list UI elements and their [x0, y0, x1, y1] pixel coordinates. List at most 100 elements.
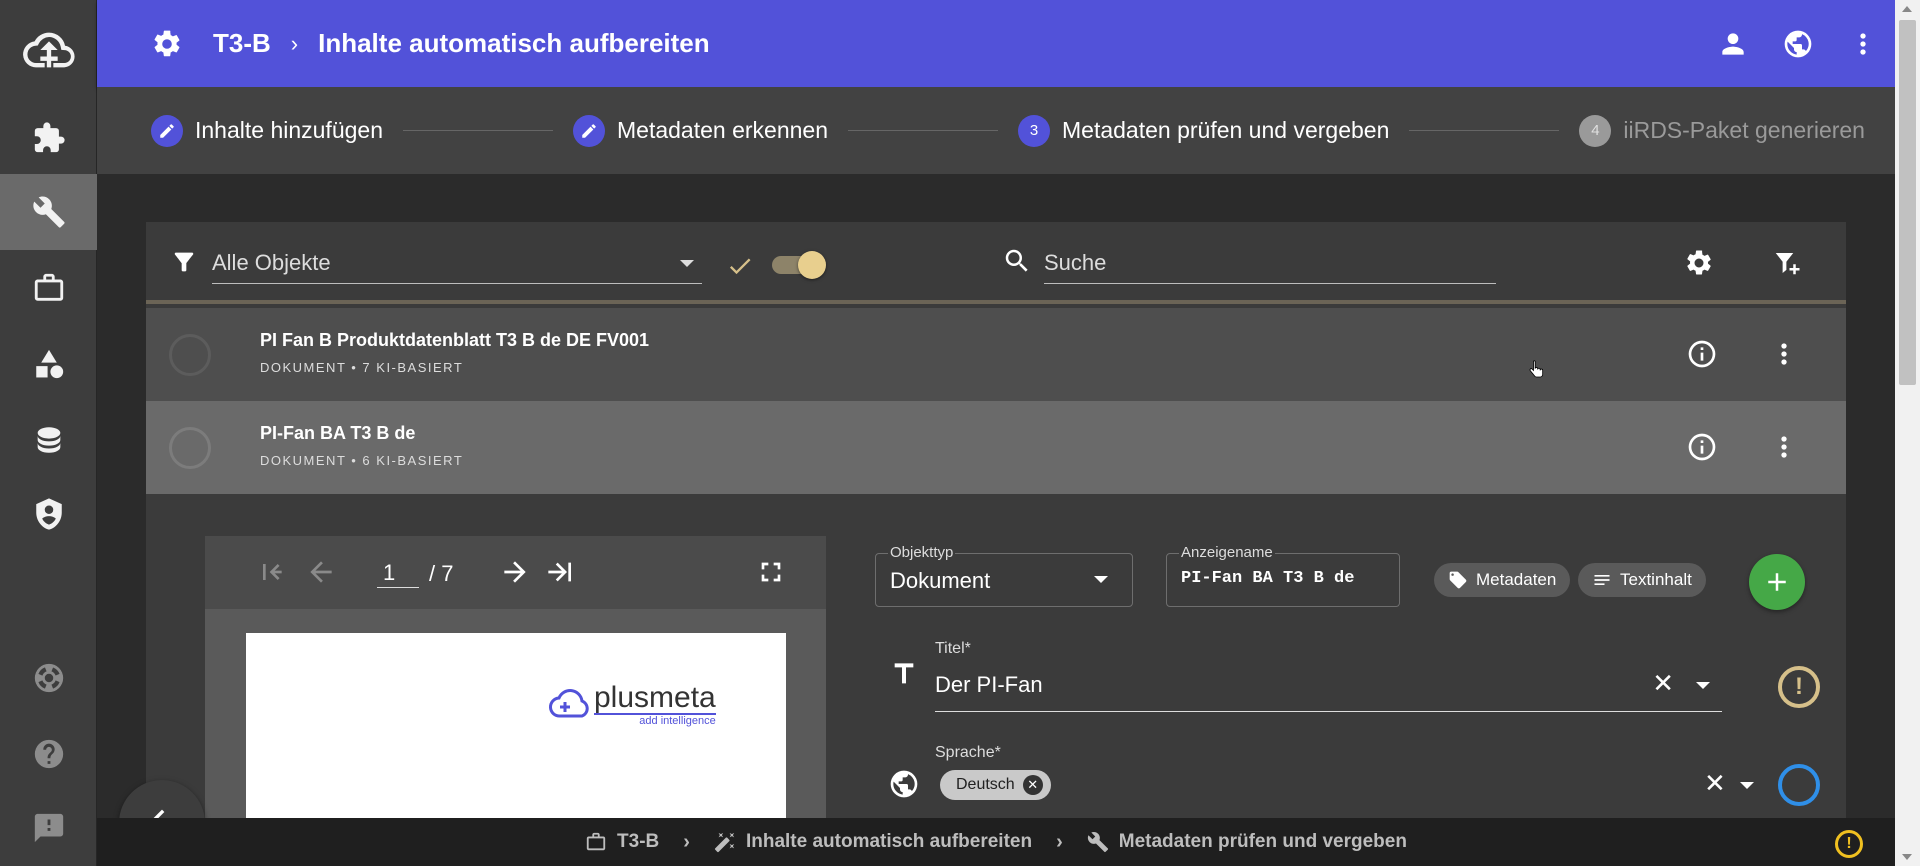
anzeigename-field[interactable]: Anzeigename PI-Fan BA T3 B de	[1166, 544, 1400, 607]
rail-feedback-icon[interactable]	[0, 790, 97, 866]
add-metadata-button[interactable]	[1749, 554, 1805, 610]
cloud-upload-logo-icon[interactable]	[0, 0, 97, 100]
chevron-down-icon[interactable]	[1696, 682, 1710, 689]
chevron-down-icon	[680, 260, 694, 267]
breadcrumb-project[interactable]: T3-B	[213, 28, 271, 59]
row-subtitle: DOKUMENT • 7 KI-BASIERT	[260, 360, 464, 375]
document-page-preview: plusmeta add intelligence	[246, 633, 786, 843]
step-label: Metadaten prüfen und vergeben	[1062, 117, 1390, 143]
page-number-input[interactable]: 1	[377, 560, 419, 588]
add-filter-icon[interactable]	[1772, 248, 1802, 283]
account-icon[interactable]	[1700, 28, 1765, 60]
status-crumb-label: Metadaten prüfen und vergeben	[1118, 831, 1407, 852]
briefcase-icon	[586, 832, 606, 851]
filter-bar: Alle Objekte Suche	[146, 222, 1846, 304]
clear-icon[interactable]: ✕	[1704, 768, 1726, 799]
rail-extensions-icon[interactable]	[0, 100, 97, 176]
object-filter-value: Alle Objekte	[212, 250, 331, 275]
warning-icon[interactable]: !	[1778, 666, 1820, 708]
page-total: / 7	[429, 561, 454, 586]
status-crumb-pruefen[interactable]: Metadaten prüfen und vergeben	[1087, 831, 1407, 853]
objekttyp-select[interactable]: Objekttyp Dokument	[875, 544, 1133, 607]
last-page-icon[interactable]	[543, 556, 575, 593]
rail-support-lifebuoy-icon[interactable]	[0, 640, 97, 716]
logo-name: plusmeta	[594, 681, 716, 714]
list-item[interactable]: PI Fan B Produktdatenblatt T3 B de DE FV…	[146, 308, 1846, 401]
chevron-down-icon[interactable]	[1740, 782, 1754, 789]
document-viewer: 1 / 7 plusmeta add intelligence	[205, 536, 826, 843]
filter-funnel-icon	[170, 248, 198, 281]
step-inhalte-hinzufuegen[interactable]: Inhalte hinzufügen	[151, 114, 383, 147]
step-number-badge: 4	[1579, 114, 1612, 147]
step-label: Metadaten erkennen	[617, 117, 828, 143]
top-app-bar: T3-B › Inhalte automatisch aufbereiten	[97, 0, 1895, 87]
info-icon[interactable]	[1686, 431, 1718, 468]
vertical-scrollbar[interactable]	[1895, 0, 1920, 866]
rail-database-icon[interactable]	[0, 402, 97, 478]
objekttyp-label: Objekttyp	[888, 544, 956, 561]
scrollbar-thumb[interactable]	[1899, 20, 1916, 385]
object-list-card: Alle Objekte Suche PI Fan B Produktdaten…	[146, 222, 1846, 843]
next-page-icon[interactable]	[499, 556, 531, 593]
metadaten-chip[interactable]: Metadaten	[1434, 563, 1571, 597]
rail-admin-shield-icon[interactable]	[0, 476, 97, 552]
more-vert-icon[interactable]	[1768, 431, 1800, 468]
clear-icon[interactable]: ✕	[1652, 668, 1674, 699]
titel-field[interactable]: Titel* Der PI-Fan ✕	[935, 640, 1722, 712]
step-connector	[1409, 130, 1560, 131]
sprache-chip[interactable]: Deutsch ✕	[940, 770, 1051, 800]
rail-help-icon[interactable]	[0, 716, 97, 792]
step-iirds-paket: 4 iiRDS-Paket generieren	[1579, 114, 1865, 147]
rail-projects-briefcase-icon[interactable]	[0, 250, 97, 326]
scroll-down-icon[interactable]	[1902, 854, 1912, 860]
list-settings-gear-icon[interactable]	[1684, 248, 1714, 283]
language-globe-icon[interactable]	[1765, 28, 1830, 60]
language-globe-icon	[888, 768, 920, 805]
step-edit-pencil-icon	[573, 114, 605, 147]
status-crumb-project[interactable]: T3-B	[585, 831, 659, 853]
tags-icon	[1449, 571, 1467, 589]
status-crumb-label: T3-B	[617, 831, 660, 852]
row-select-radio[interactable]	[169, 334, 211, 376]
textinhalt-chip[interactable]: Textinhalt	[1578, 563, 1706, 597]
progress-indicator-icon	[1778, 764, 1820, 806]
viewer-toolbar: 1 / 7	[205, 536, 826, 609]
search-input[interactable]: Suche	[1044, 246, 1496, 284]
first-page-icon[interactable]	[255, 556, 287, 593]
more-vert-icon[interactable]	[1768, 338, 1800, 375]
step-connector	[403, 130, 553, 131]
sprache-label: Sprache*	[935, 744, 1001, 761]
row-select-radio[interactable]	[169, 427, 211, 469]
object-filter-select[interactable]: Alle Objekte	[212, 246, 702, 284]
step-label: Inhalte hinzufügen	[195, 117, 383, 143]
step-metadaten-pruefen[interactable]: 3 Metadaten prüfen und vergeben	[1018, 114, 1390, 147]
chip-label: Deutsch	[956, 776, 1015, 793]
rail-tools-icon[interactable]	[0, 174, 97, 250]
row-title: PI Fan B Produktdatenblatt T3 B de DE FV…	[260, 330, 650, 350]
step-connector	[848, 130, 998, 131]
info-icon[interactable]	[1686, 338, 1718, 375]
pointer-cursor-icon	[1526, 358, 1546, 387]
prev-page-icon[interactable]	[305, 556, 337, 593]
row-subtitle: DOKUMENT • 6 KI-BASIERT	[260, 453, 464, 468]
magic-wand-icon	[714, 832, 735, 853]
fullscreen-icon[interactable]	[755, 556, 787, 593]
step-metadaten-erkennen[interactable]: Metadaten erkennen	[573, 114, 828, 147]
chip-remove-icon[interactable]: ✕	[1022, 775, 1043, 795]
chip-label: Textinhalt	[1620, 570, 1692, 589]
status-warning-icon[interactable]: !	[1835, 830, 1863, 858]
list-item[interactable]: PI-Fan BA T3 B de DOKUMENT • 6 KI-BASIER…	[146, 401, 1846, 494]
chevron-right-icon: ›	[683, 830, 690, 853]
breadcrumb-separator: ›	[290, 30, 299, 56]
filter-toggle-switch[interactable]	[772, 251, 826, 279]
step-edit-pencil-icon	[151, 114, 183, 147]
status-crumb-aufbereiten[interactable]: Inhalte automatisch aufbereiten	[714, 831, 1032, 853]
step-number-badge: 3	[1018, 114, 1050, 147]
scroll-up-icon[interactable]	[1902, 6, 1912, 12]
chevron-down-icon	[1094, 576, 1108, 583]
rail-shapes-icon[interactable]	[0, 326, 97, 402]
settings-gear-icon[interactable]	[151, 28, 183, 60]
anzeigename-value: PI-Fan BA T3 B de	[1181, 569, 1355, 588]
titel-label: Titel*	[935, 640, 971, 657]
more-vert-icon[interactable]	[1830, 28, 1895, 60]
